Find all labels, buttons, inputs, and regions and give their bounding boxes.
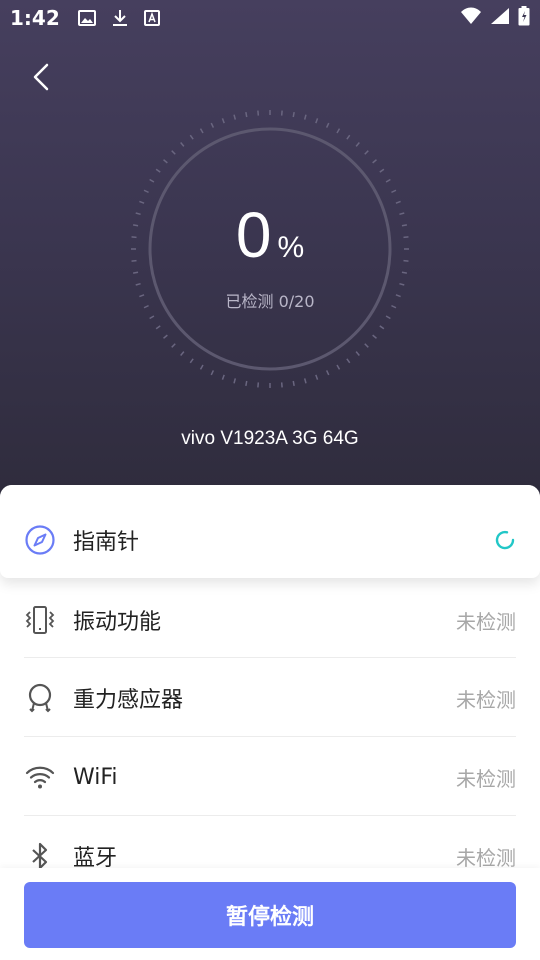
gauge-tick	[401, 271, 408, 274]
list-item-label: 振动功能	[73, 610, 162, 635]
gauge-tick	[364, 343, 369, 348]
gauge-tick	[336, 364, 341, 370]
list-item-label: 重力感应器	[73, 688, 184, 713]
list-item-label: 指南针	[73, 530, 140, 555]
gauge-tick	[199, 364, 204, 370]
gauge-tick	[189, 358, 194, 364]
percent-value: 0	[235, 199, 272, 271]
gauge-tick	[325, 370, 330, 376]
loading-spinner-icon	[494, 529, 516, 551]
divider	[24, 736, 516, 737]
wifi-icon	[24, 761, 56, 793]
list-item-compass[interactable]: 指南针	[24, 501, 516, 579]
wifi-signal-icon	[460, 7, 482, 29]
gauge-tick	[210, 370, 215, 376]
gauge-tick	[315, 118, 319, 124]
gauge-tick	[364, 150, 369, 155]
gauge-tick	[315, 374, 319, 380]
status-time: 1:42	[10, 6, 60, 30]
gauge-tick	[189, 134, 194, 140]
gauge-tick	[346, 358, 351, 364]
gauge-tick	[385, 178, 391, 183]
divider	[24, 815, 516, 816]
gauge-tick	[171, 343, 176, 348]
checked-count: 已检测 0/20	[225, 292, 315, 311]
gauge-tick	[245, 380, 248, 387]
gauge-tick	[233, 378, 237, 384]
cell-signal-icon	[490, 7, 510, 29]
gauge-tick	[132, 271, 139, 274]
gauge-tick	[325, 122, 330, 128]
gauge-tick	[346, 134, 351, 140]
list-item-label: WiFi	[73, 764, 118, 790]
list-item-gravity-sensor[interactable]: 重力感应器 未检测	[24, 659, 516, 737]
compass-icon	[24, 524, 56, 556]
gauge-tick	[385, 315, 391, 320]
list-item-status: 未检测	[456, 687, 516, 712]
chevron-left-icon	[26, 63, 56, 96]
gauge-tick	[199, 128, 204, 134]
font-app-icon	[143, 10, 160, 26]
gauge-tick	[210, 122, 215, 128]
gauge-tick	[292, 380, 295, 387]
gauge-tick	[149, 315, 155, 320]
gauge-tick	[221, 118, 225, 124]
gauge-tick	[303, 114, 307, 120]
gauge-tick	[163, 334, 168, 339]
gauge-tick	[180, 351, 185, 356]
gravity-sensor-icon	[24, 682, 56, 714]
pause-detection-button[interactable]: 暂停检测	[24, 882, 516, 948]
battery-icon	[518, 6, 530, 30]
gauge-tick	[233, 114, 237, 120]
current-test-card: 指南针	[0, 485, 540, 578]
list-item-wifi[interactable]: WiFi 未检测	[24, 738, 516, 816]
gauge-tick	[155, 168, 161, 173]
gauge-tick	[149, 178, 155, 183]
gauge-tick	[336, 128, 341, 134]
gauge-tick	[391, 189, 397, 194]
list-item-vibration[interactable]: 振动功能 未检测	[24, 581, 516, 659]
device-name: vivo V1923A 3G 64G	[181, 428, 359, 449]
vibration-icon	[24, 604, 56, 636]
list-item-status: 未检测	[456, 845, 516, 870]
gauge-tick	[355, 142, 360, 147]
gauge-tick	[372, 159, 377, 164]
gauge-tick	[221, 374, 225, 380]
gauge-tick	[303, 378, 307, 384]
gauge-tick	[245, 111, 248, 118]
gauge-tick	[163, 159, 168, 164]
status-bar: 1:42	[0, 0, 540, 36]
gauge-tick	[292, 111, 295, 118]
progress-percent: 0%	[0, 198, 540, 272]
image-notification-icon	[77, 10, 96, 26]
list-item-status: 未检测	[456, 766, 516, 791]
gauge-tick	[379, 168, 385, 173]
list-item-status: 未检测	[456, 609, 516, 634]
gauge-tick	[135, 282, 141, 286]
back-button[interactable]	[26, 62, 56, 92]
divider	[24, 657, 516, 658]
gauge-tick	[399, 282, 405, 286]
gauge-tick	[372, 334, 377, 339]
gauge-tick	[171, 150, 176, 155]
gauge-tick	[180, 142, 185, 147]
gauge-tick	[143, 189, 149, 194]
gauge-tick	[155, 325, 161, 330]
gauge-tick	[379, 325, 385, 330]
percent-sign: %	[277, 231, 305, 264]
gauge-tick	[355, 351, 360, 356]
download-icon	[112, 9, 128, 27]
